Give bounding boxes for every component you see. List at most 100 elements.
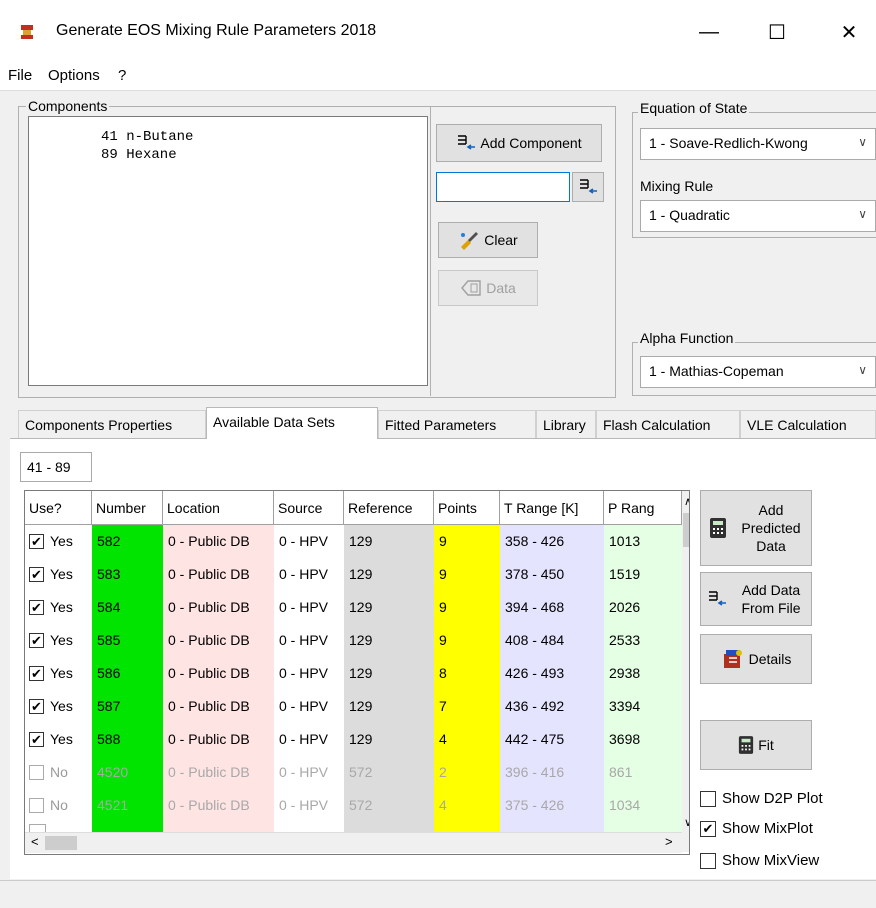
cell-trange[interactable]: 396 - 416 xyxy=(500,756,604,789)
cell-reference[interactable]: 129 xyxy=(344,690,434,723)
use-checkbox[interactable]: ✔ xyxy=(29,633,44,648)
scroll-left-icon[interactable]: < xyxy=(31,834,39,849)
scroll-thumb[interactable] xyxy=(683,513,689,547)
cell-prange[interactable]: 1519 xyxy=(604,558,682,591)
add-predicted-data-button[interactable]: Add Predicted Data xyxy=(700,490,812,566)
scroll-right-icon[interactable]: > xyxy=(665,834,673,849)
components-list[interactable]: 41 n-Butane 89 Hexane xyxy=(28,116,428,386)
alpha-select[interactable]: 1 - Mathias-Copeman ∨ xyxy=(640,356,876,388)
cell-prange[interactable]: 1034 xyxy=(604,789,682,822)
close-button[interactable]: ✕ xyxy=(826,10,872,54)
cell-source[interactable]: 0 - HPV xyxy=(274,789,344,822)
use-checkbox[interactable]: ✔ xyxy=(29,600,44,615)
use-checkbox[interactable]: ✔ xyxy=(29,699,44,714)
component-search-input[interactable] xyxy=(436,172,570,202)
cell-number[interactable]: 587 xyxy=(92,690,163,723)
cell-reference[interactable]: 129 xyxy=(344,624,434,657)
add-data-from-file-button[interactable]: Add Data From File xyxy=(700,572,812,626)
cell-location[interactable]: 0 - Public DB xyxy=(163,591,274,624)
cell-prange[interactable]: 3394 xyxy=(604,690,682,723)
tab-library[interactable]: Library xyxy=(536,410,596,438)
cell-number[interactable]: 582 xyxy=(92,525,163,558)
cell-trange[interactable]: 426 - 493 xyxy=(500,657,604,690)
cell-trange[interactable]: 378 - 450 xyxy=(500,558,604,591)
cell-points[interactable]: 4 xyxy=(434,723,500,756)
scroll-thumb[interactable] xyxy=(45,836,77,850)
cell-number[interactable]: 4521 xyxy=(92,789,163,822)
add-component-button[interactable]: Add Component xyxy=(436,124,602,162)
list-item[interactable]: 41 n-Butane xyxy=(101,129,193,145)
cell-location[interactable]: 0 - Public DB xyxy=(163,558,274,591)
cell-source[interactable]: 0 - HPV xyxy=(274,756,344,789)
cell-prange[interactable]: 3698 xyxy=(604,723,682,756)
cell-trange[interactable]: 442 - 475 xyxy=(500,723,604,756)
table-row[interactable]: ✔ Yes 586 0 - Public DB 0 - HPV 129 8 426 - 493… xyxy=(25,657,682,690)
cell-prange[interactable]: 861 xyxy=(604,756,682,789)
menu-file[interactable]: File xyxy=(8,67,32,84)
cell-reference[interactable]: 572 xyxy=(344,756,434,789)
table-row[interactable]: No 4520 0 - Public DB 0 - HPV 572 2 396 - 416 8… xyxy=(25,756,682,789)
cell-points[interactable]: 9 xyxy=(434,591,500,624)
cell-source[interactable]: 0 - HPV xyxy=(274,624,344,657)
cell-trange[interactable]: 375 - 426 xyxy=(500,789,604,822)
col-header-number[interactable]: Number xyxy=(92,491,163,525)
table-row[interactable]: ✔ Yes 585 0 - Public DB 0 - HPV 129 9 408 - 484… xyxy=(25,624,682,657)
cell-location[interactable]: 0 - Public DB xyxy=(163,624,274,657)
cell-trange[interactable]: 358 - 426 xyxy=(500,525,604,558)
cell-prange[interactable]: 2026 xyxy=(604,591,682,624)
cell-points[interactable]: 4 xyxy=(434,789,500,822)
cell-source[interactable]: 0 - HPV xyxy=(274,591,344,624)
cell-reference[interactable]: 129 xyxy=(344,591,434,624)
cell-prange[interactable]: 1013 xyxy=(604,525,682,558)
cell-source[interactable]: 0 - HPV xyxy=(274,657,344,690)
cell-prange[interactable]: 2533 xyxy=(604,624,682,657)
cell-points[interactable]: 8 xyxy=(434,657,500,690)
show-mixplot-option[interactable]: ✔ Show MixPlot xyxy=(700,820,813,837)
table-row[interactable]: ✔ Yes 584 0 - Public DB 0 - HPV 129 9 394 - 468… xyxy=(25,591,682,624)
details-button[interactable]: Details xyxy=(700,634,812,684)
cell-source[interactable]: 0 - HPV xyxy=(274,525,344,558)
show-mixview-checkbox[interactable] xyxy=(700,852,716,869)
cell-reference[interactable]: 129 xyxy=(344,657,434,690)
tab-vle-calculation[interactable]: VLE Calculation xyxy=(740,410,876,438)
table-row[interactable]: ✔ Yes 588 0 - Public DB 0 - HPV 129 4 442 - 475… xyxy=(25,723,682,756)
table-row[interactable]: ✔ Yes 587 0 - Public DB 0 - HPV 129 7 436 - 492… xyxy=(25,690,682,723)
cell-location[interactable]: 0 - Public DB xyxy=(163,657,274,690)
menu-help[interactable]: ? xyxy=(118,67,126,84)
cell-number[interactable]: 584 xyxy=(92,591,163,624)
maximize-button[interactable]: ☐ xyxy=(754,10,800,54)
tab-components-properties[interactable]: Components Properties xyxy=(18,410,206,438)
use-checkbox[interactable]: ✔ xyxy=(29,666,44,681)
show-d2p-plot-option[interactable]: Show D2P Plot xyxy=(700,790,823,807)
col-header-reference[interactable]: Reference xyxy=(344,491,434,525)
use-checkbox[interactable]: ✔ xyxy=(29,732,44,747)
cell-reference[interactable]: 129 xyxy=(344,525,434,558)
table-row[interactable]: ✔ Yes 583 0 - Public DB 0 - HPV 129 9 378 - 450… xyxy=(25,558,682,591)
col-header-use[interactable]: Use? xyxy=(25,491,92,525)
use-checkbox[interactable]: ✔ xyxy=(29,534,44,549)
cell-number[interactable]: 585 xyxy=(92,624,163,657)
tab-flash-calculation[interactable]: Flash Calculation xyxy=(596,410,740,438)
cell-location[interactable]: 0 - Public DB xyxy=(163,723,274,756)
menu-options[interactable]: Options xyxy=(48,67,100,84)
cell-reference[interactable]: 572 xyxy=(344,789,434,822)
col-header-source[interactable]: Source xyxy=(274,491,344,525)
col-header-trange[interactable]: T Range [K] xyxy=(500,491,604,525)
use-checkbox[interactable]: ✔ xyxy=(29,567,44,582)
tab-fitted-parameters[interactable]: Fitted Parameters xyxy=(378,410,536,438)
use-checkbox[interactable] xyxy=(29,798,44,813)
cell-trange[interactable]: 408 - 484 xyxy=(500,624,604,657)
cell-location[interactable]: 0 - Public DB xyxy=(163,690,274,723)
show-mixplot-checkbox[interactable]: ✔ xyxy=(700,820,716,837)
cell-number[interactable]: 588 xyxy=(92,723,163,756)
tab-available-data-sets[interactable]: Available Data Sets xyxy=(206,407,378,439)
cell-reference[interactable]: 129 xyxy=(344,723,434,756)
scroll-up-icon[interactable]: ∧ xyxy=(684,495,689,508)
col-header-location[interactable]: Location xyxy=(163,491,274,525)
col-header-prange[interactable]: P Rang xyxy=(604,491,682,525)
cell-location[interactable]: 0 - Public DB xyxy=(163,789,274,822)
minimize-button[interactable]: — xyxy=(686,10,732,54)
eos-select[interactable]: 1 - Soave-Redlich-Kwong ∨ xyxy=(640,128,876,160)
cell-number[interactable]: 583 xyxy=(92,558,163,591)
add-from-input-button[interactable] xyxy=(572,172,604,202)
